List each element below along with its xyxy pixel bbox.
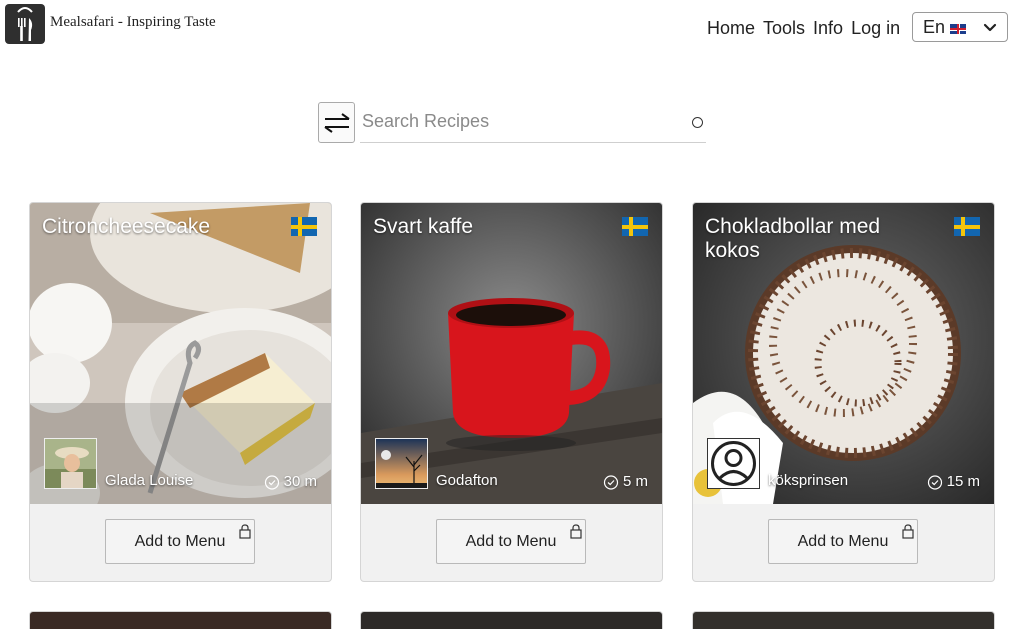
author-name[interactable]: Godafton [436,472,498,489]
recipe-card[interactable] [360,611,663,629]
nav-info[interactable]: Info [813,18,843,39]
add-to-menu-button[interactable]: Add to Menu [768,519,918,564]
add-to-menu-label: Add to Menu [797,532,889,550]
recipe-card[interactable]: Chokladbollar med kokos köksprinsen 15 m… [692,202,995,582]
cooking-time: 15 m [927,473,980,490]
language-select[interactable]: En [912,12,1008,42]
uk-flag-icon [950,24,967,34]
search-box [360,102,706,143]
cooking-time: 5 m [603,473,648,490]
chevron-down-icon [983,23,997,32]
recipe-title[interactable]: Chokladbollar med kokos [705,215,935,263]
brand[interactable]: Mealsafari - Inspiring Taste [5,4,216,44]
sweden-flag-icon [954,217,980,236]
clock-check-icon [264,474,279,490]
sweden-flag-icon [622,217,648,236]
nav-login[interactable]: Log in [851,18,900,39]
cooking-time-value: 30 m [283,473,317,490]
cooking-time-value: 15 m [946,473,980,490]
add-to-menu-label: Add to Menu [134,532,226,550]
recipe-card[interactable]: Citroncheesecake Glada Louise 30 m Add t… [29,202,332,582]
language-label: En [923,16,946,37]
nav-tools[interactable]: Tools [763,18,805,39]
lock-icon [570,524,582,539]
clock-check-icon [927,474,942,490]
swap-arrows-icon [323,112,350,133]
filter-toggle-button[interactable] [318,102,355,143]
cooking-time: 30 m [264,473,317,490]
author-avatar[interactable] [375,438,428,489]
recipe-title[interactable]: Svart kaffe [373,215,603,239]
nav-home[interactable]: Home [707,18,755,39]
lock-icon [239,524,251,539]
add-to-menu-button[interactable]: Add to Menu [105,519,255,564]
brand-name: Mealsafari - Inspiring Taste [50,13,216,30]
recipe-card[interactable] [692,611,995,629]
add-to-menu-label: Add to Menu [465,532,557,550]
clock-check-icon [603,474,619,490]
search-input[interactable] [360,103,680,139]
author-avatar[interactable] [44,438,97,489]
recipe-card[interactable] [29,611,332,629]
add-to-menu-button[interactable]: Add to Menu [436,519,586,564]
lock-icon [902,524,914,539]
loading-icon [692,117,703,128]
fork-knife-bag-icon [5,4,45,44]
author-name[interactable]: köksprinsen [768,472,848,489]
cooking-time-value: 5 m [622,473,648,490]
author-avatar[interactable] [707,438,760,489]
author-name[interactable]: Glada Louise [105,472,193,489]
main-nav: Home Tools Info Log in [707,18,908,39]
recipe-title[interactable]: Citroncheesecake [42,215,272,239]
recipe-card[interactable]: Svart kaffe Godafton 5 m Add to Menu [360,202,663,582]
sweden-flag-icon [291,217,317,236]
